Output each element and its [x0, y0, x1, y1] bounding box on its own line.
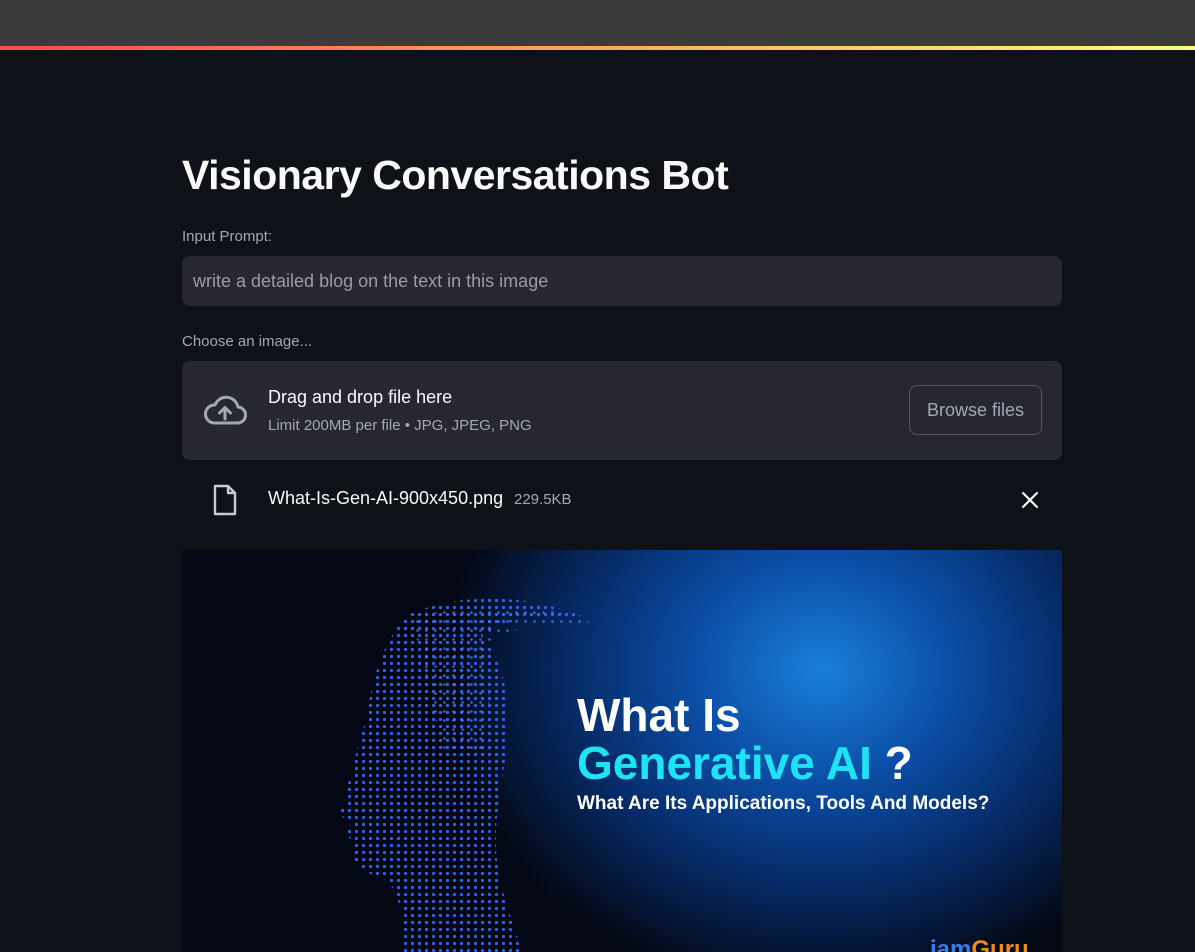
cloud-upload-icon [204, 395, 247, 425]
header-accent-line [0, 46, 1195, 50]
dropzone-limit: Limit 200MB per file • JPG, JPEG, PNG [268, 417, 532, 434]
brand-part1: iam [930, 936, 972, 952]
page-title: Visionary Conversations Bot [182, 152, 729, 198]
preview-heading-question-mark: ? [884, 737, 913, 789]
file-icon [213, 484, 237, 516]
prompt-input[interactable] [182, 256, 1062, 306]
image-uploader-label: Choose an image... [182, 333, 313, 350]
preview-heading-genai: Generative AI [577, 737, 872, 789]
preview-heading-line2: Generative AI ? [577, 736, 913, 790]
ai-head-illustration [340, 598, 597, 952]
browser-top-bar [0, 0, 1195, 46]
file-dropzone[interactable]: Drag and drop file here Limit 200MB per … [182, 361, 1062, 460]
preview-subheading: What Are Its Applications, Tools And Mod… [577, 793, 990, 814]
close-icon[interactable] [1020, 490, 1040, 510]
browse-files-button[interactable]: Browse files [909, 385, 1042, 435]
uploaded-image-preview: What Is Generative AI ? What Are Its App… [182, 550, 1062, 952]
dropzone-text: Drag and drop file here Limit 200MB per … [268, 387, 532, 434]
preview-brand-logo: iamGuru [930, 936, 1029, 952]
brand-part2: Guru [971, 936, 1029, 952]
prompt-label: Input Prompt: [182, 228, 273, 245]
uploaded-file-row: What-Is-Gen-AI-900x450.png 229.5KB [182, 478, 1062, 522]
uploaded-file-size: 229.5KB [514, 491, 572, 508]
preview-heading-line1: What Is [577, 689, 741, 741]
uploaded-file-name: What-Is-Gen-AI-900x450.png [268, 488, 504, 508]
dropzone-title: Drag and drop file here [268, 387, 453, 407]
